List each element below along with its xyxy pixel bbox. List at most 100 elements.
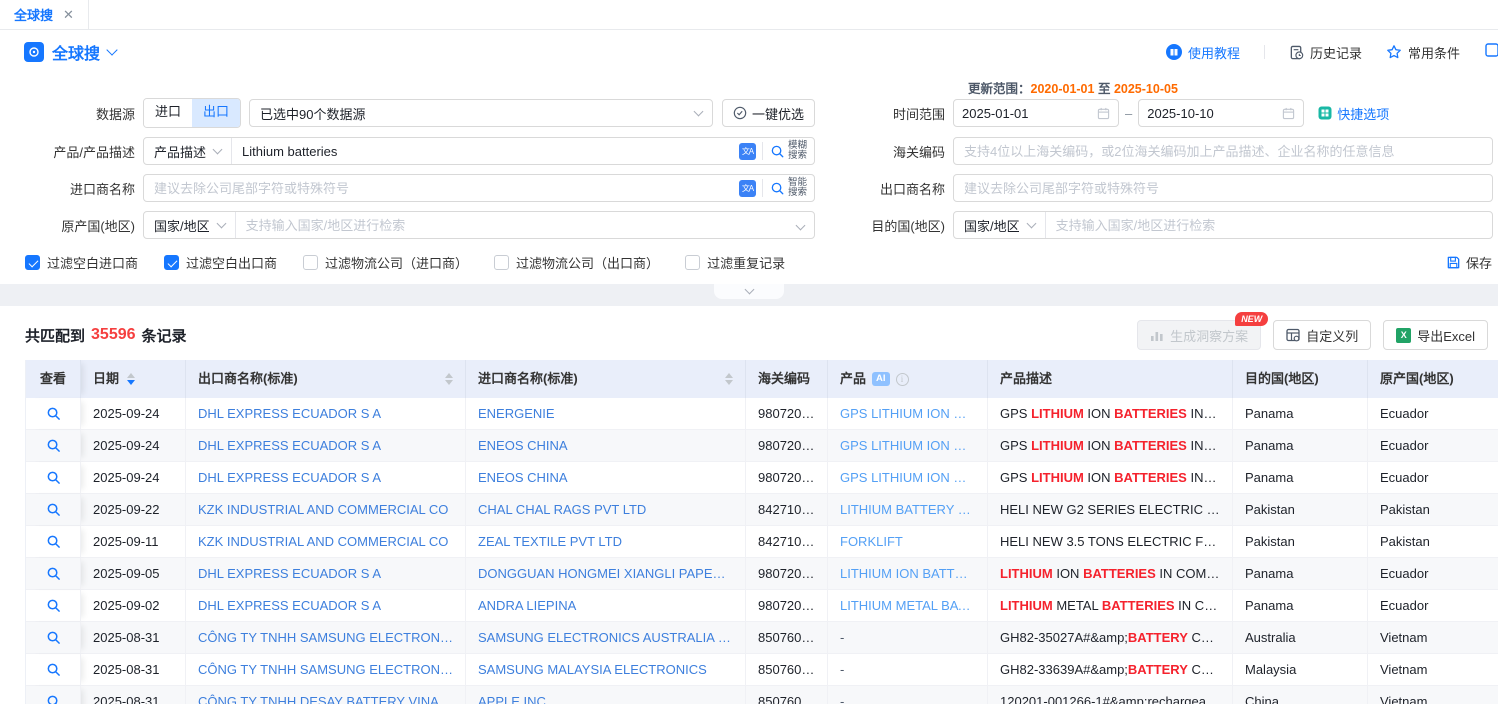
sort-toggle[interactable]	[725, 373, 733, 385]
exporter-link[interactable]: CÔNG TY TNHH SAMSUNG ELECTRONICS ...	[186, 622, 466, 653]
view-magnifier-icon	[46, 438, 61, 453]
tab-bar: 全球搜	[0, 0, 1498, 30]
translate-icon[interactable]	[739, 180, 756, 197]
importer-link[interactable]: CHAL CHAL RAGS PVT LTD	[466, 494, 746, 525]
import-tab[interactable]: 进口	[144, 99, 192, 127]
collapse-toggle[interactable]	[714, 284, 784, 299]
product-link[interactable]: FORKLIFT	[828, 526, 988, 557]
tutorial-button[interactable]: 使用教程	[1166, 43, 1240, 62]
importer-link[interactable]: ENEOS CHINA	[466, 462, 746, 493]
view-button[interactable]	[26, 558, 81, 589]
save-button[interactable]: 保存	[1446, 253, 1492, 272]
exporter-link[interactable]: DHL EXPRESS ECUADOR S A	[186, 430, 466, 461]
data-source-select[interactable]: 已选中90个数据源	[249, 99, 713, 127]
history-button[interactable]: 历史记录	[1289, 43, 1362, 62]
importer-link[interactable]: SAMSUNG ELECTRONICS AUSTRALIA PTY	[466, 622, 746, 653]
view-button[interactable]	[26, 462, 81, 493]
sort-toggle[interactable]	[445, 373, 453, 385]
dest-country-input[interactable]	[1046, 212, 1492, 238]
generate-insight-button[interactable]: 生成洞察方案 NEW	[1137, 320, 1261, 350]
importer-link[interactable]: ENERGENIE	[466, 398, 746, 429]
cell-hs-code: 84271000	[746, 494, 828, 525]
chevron-down-icon[interactable]	[106, 44, 117, 55]
end-date-input[interactable]: 2025-10-10	[1138, 99, 1304, 127]
origin-country-input[interactable]	[236, 212, 797, 238]
importer-link[interactable]: ENEOS CHINA	[466, 430, 746, 461]
checkbox-checked-icon[interactable]	[25, 255, 40, 270]
exporter-link[interactable]: KZK INDUSTRIAL AND COMMERCIAL CO	[186, 526, 466, 557]
filter-label: 过滤空白进口商	[47, 253, 138, 272]
export-excel-button[interactable]: 导出Excel	[1383, 320, 1488, 350]
origin-type-select[interactable]: 国家/地区	[144, 212, 236, 238]
view-button[interactable]	[26, 494, 81, 525]
view-button[interactable]	[26, 654, 81, 685]
importer-label: 进口商名称	[0, 179, 135, 198]
dest-type-select[interactable]: 国家/地区	[954, 212, 1046, 238]
view-button[interactable]	[26, 430, 81, 461]
truncated-action-icon[interactable]	[1484, 42, 1498, 63]
importer-link[interactable]: SAMSUNG MALAYSIA ELECTRONICS	[466, 654, 746, 685]
exporter-link[interactable]: CÔNG TY TNHH SAMSUNG ELECTRONICS ...	[186, 654, 466, 685]
product-input[interactable]	[232, 138, 733, 164]
col-importer[interactable]: 进口商名称(标准)	[466, 360, 746, 398]
checkbox-unchecked-icon[interactable]	[494, 255, 509, 270]
importer-link[interactable]: APPLE INC	[466, 686, 746, 704]
start-date-input[interactable]: 2025-01-01	[953, 99, 1119, 127]
product-type-select[interactable]: 产品描述	[144, 138, 232, 164]
favorites-button[interactable]: 常用条件	[1386, 43, 1460, 62]
exporter-label: 出口商名称	[815, 179, 945, 198]
checkbox-unchecked-icon[interactable]	[303, 255, 318, 270]
translate-icon[interactable]	[739, 143, 756, 160]
hs-code-input[interactable]	[953, 137, 1493, 165]
view-button[interactable]	[26, 622, 81, 653]
tab-global-search[interactable]: 全球搜	[0, 0, 89, 29]
col-exporter[interactable]: 出口商名称(标准)	[186, 360, 466, 398]
importer-link[interactable]: ZEAL TEXTILE PVT LTD	[466, 526, 746, 557]
exporter-link[interactable]: DHL EXPRESS ECUADOR S A	[186, 558, 466, 589]
col-date[interactable]: 日期	[81, 360, 186, 398]
info-icon[interactable]	[896, 373, 909, 386]
checkbox-checked-icon[interactable]	[164, 255, 179, 270]
custom-columns-button[interactable]: 自定义列	[1273, 320, 1371, 350]
view-button[interactable]	[26, 526, 81, 557]
filter-item-2[interactable]: 过滤物流公司（进口商）	[303, 253, 468, 272]
product-link[interactable]: GPS LITHIUM ION BAT...	[828, 398, 988, 429]
cell-product: -	[828, 686, 988, 704]
filter-item-3[interactable]: 过滤物流公司（出口商）	[494, 253, 659, 272]
view-button[interactable]	[26, 686, 81, 704]
results-summary: 共匹配到 35596 条记录 生成洞察方案 NEW 自定义列 导出Excel	[0, 306, 1498, 360]
importer-link[interactable]: DONGGUAN HONGMEI XIANGLI PAPER PR...	[466, 558, 746, 589]
filter-item-4[interactable]: 过滤重复记录	[685, 253, 785, 272]
sort-toggle[interactable]	[127, 373, 135, 385]
exporter-link[interactable]: KZK INDUSTRIAL AND COMMERCIAL CO	[186, 494, 466, 525]
quick-options-button[interactable]: 快捷选项	[1318, 104, 1389, 123]
filter-item-1[interactable]: 过滤空白出口商	[164, 253, 277, 272]
divider	[1264, 45, 1265, 59]
keyword-highlight: BATTERIES	[1102, 598, 1175, 613]
exporter-link[interactable]: DHL EXPRESS ECUADOR S A	[186, 590, 466, 621]
one-click-optimize-button[interactable]: 一键优选	[722, 99, 815, 127]
view-button[interactable]	[26, 398, 81, 429]
product-link[interactable]: LITHIUM BATTERY FO...	[828, 494, 988, 525]
exporter-input[interactable]	[953, 174, 1493, 202]
smart-search-button[interactable]: 智能搜索	[763, 178, 814, 199]
exporter-link[interactable]: DHL EXPRESS ECUADOR S A	[186, 462, 466, 493]
exporter-link[interactable]: DHL EXPRESS ECUADOR S A	[186, 398, 466, 429]
col-destination: 目的国(地区)	[1233, 360, 1368, 398]
description-text: ION	[1084, 438, 1114, 453]
checkbox-unchecked-icon[interactable]	[685, 255, 700, 270]
product-link[interactable]: GPS LITHIUM ION BAT...	[828, 430, 988, 461]
tab-close-icon[interactable]	[63, 7, 74, 23]
view-button[interactable]	[26, 590, 81, 621]
product-link[interactable]: LITHIUM METAL BATT...	[828, 590, 988, 621]
filter-item-0[interactable]: 过滤空白进口商	[25, 253, 138, 272]
importer-input[interactable]	[144, 175, 733, 201]
product-link[interactable]: GPS LITHIUM ION BAT...	[828, 462, 988, 493]
export-tab[interactable]: 出口	[192, 99, 240, 127]
importer-link[interactable]: ANDRA LIEPINA	[466, 590, 746, 621]
data-source-label: 数据源	[0, 104, 135, 123]
fuzzy-search-button[interactable]: 模糊搜索	[763, 141, 814, 162]
exporter-link[interactable]: CÔNG TY TNHH DESAY BATTERY VINA	[186, 686, 466, 704]
product-link[interactable]: LITHIUM ION BATTERY	[828, 558, 988, 589]
col-origin: 原产国(地区)	[1368, 360, 1498, 398]
